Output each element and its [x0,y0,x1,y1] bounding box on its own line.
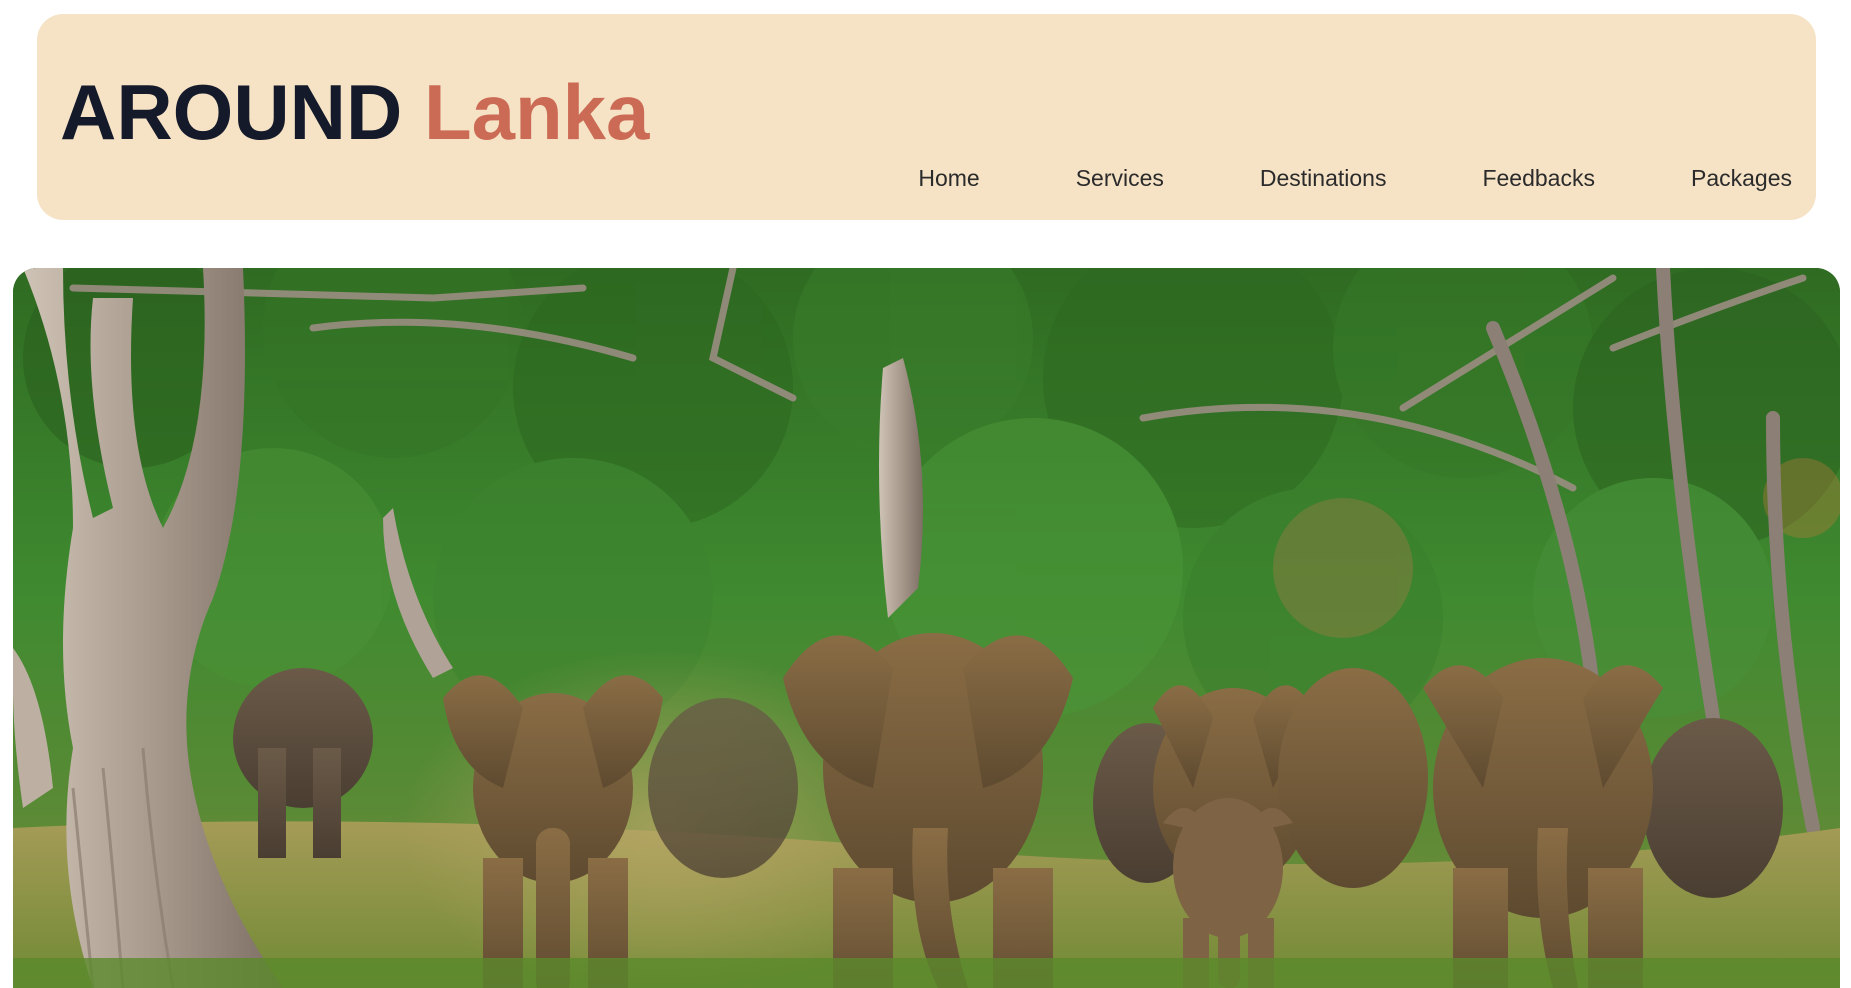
nav-link-packages[interactable]: Packages [1691,162,1792,194]
hero-banner [13,268,1840,988]
main-nav: Home Services Destinations Feedbacks Pac… [918,162,1792,194]
hero-image [13,268,1840,988]
nav-link-destinations[interactable]: Destinations [1260,162,1387,194]
nav-link-services[interactable]: Services [1076,162,1164,194]
logo-word-around: AROUND [60,68,403,156]
site-logo[interactable]: AROUND Lanka [60,67,649,157]
logo-word-lanka: Lanka [424,68,650,156]
nav-link-feedbacks[interactable]: Feedbacks [1482,162,1595,194]
site-header: AROUND Lanka Home Services Destinations … [37,14,1816,220]
nav-link-home[interactable]: Home [918,162,979,194]
